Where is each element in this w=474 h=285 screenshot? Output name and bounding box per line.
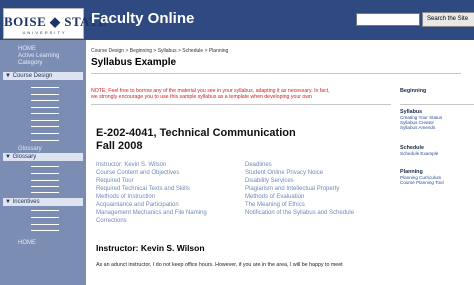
logo-text: BOISE ◆ STATE — [4, 14, 108, 29]
syllabus-links-right: Deadlines Student Online Privacy Noice D… — [245, 161, 354, 217]
syllabus-link[interactable]: Required Tour — [96, 177, 207, 185]
syllabus-links-left: Instructor: Kevin S. Wilson Course Conte… — [96, 161, 207, 225]
syllabus-link[interactable]: Disability Services — [245, 177, 354, 185]
sidebar-placeholder-line[interactable] — [31, 100, 59, 101]
sidebar-section-incentives[interactable]: ▼ Incentives — [3, 198, 83, 206]
syllabus-link[interactable]: Corrections — [96, 217, 207, 225]
instructor-text: As an adunct instructor, I do not keep o… — [96, 262, 343, 268]
syllabus-link[interactable]: Required Technical Texts and Skills — [96, 185, 207, 193]
syllabus-link[interactable]: Deadlines — [245, 161, 354, 169]
sidebar-link-home-bottom[interactable]: HOME — [18, 240, 36, 247]
sidebar-placeholder-line[interactable] — [31, 192, 59, 193]
divider — [91, 73, 461, 74]
sidebar-placeholder-line[interactable] — [31, 186, 59, 187]
sidebar-placeholder-line[interactable] — [31, 140, 59, 141]
syllabus-link[interactable]: Instructor: Kevin S. Wilson — [96, 161, 207, 169]
sidebar-link-category[interactable]: Category — [18, 60, 42, 67]
sidebar-placeholder-line[interactable] — [31, 173, 59, 174]
nav-link[interactable]: Syllabus Amends — [400, 125, 435, 131]
sidebar-placeholder-line[interactable] — [31, 113, 59, 114]
sidebar-placeholder-line[interactable] — [31, 180, 59, 181]
syllabus-link[interactable]: Acquaintance and Participation — [96, 201, 207, 209]
logo-subtext: UNIVERSITY — [22, 30, 67, 35]
sidebar-link-glossary[interactable]: Glossary — [18, 146, 42, 153]
breadcrumb[interactable]: Course Design > Beginning > Syllabus > S… — [91, 48, 228, 54]
sidebar-placeholder-line[interactable] — [31, 120, 59, 121]
nav-link[interactable]: Schedule Example — [400, 151, 438, 157]
note-text: NOTE: Feel free to borrow any of the mat… — [91, 88, 391, 101]
sidebar-placeholder-line[interactable] — [31, 126, 59, 127]
sidebar-placeholder-line[interactable] — [31, 107, 59, 108]
syllabus-link[interactable]: Student Online Privacy Noice — [245, 169, 354, 177]
note-line: we strongly encourage you to use this sa… — [91, 94, 312, 101]
sidebar-link-active-learning[interactable]: Active Learning — [18, 53, 59, 60]
sidebar-placeholder-line[interactable] — [31, 230, 59, 231]
course-term: Fall 2008 — [96, 140, 143, 152]
sidebar-placeholder-line[interactable] — [31, 210, 59, 211]
site-title[interactable]: Faculty Online — [91, 10, 194, 27]
course-title: E-202-4041, Technical Communication — [96, 127, 296, 139]
syllabus-link[interactable]: Methods of Instruction — [96, 193, 207, 201]
site-header: BOISE ◆ STATE UNIVERSITY Faculty Online … — [0, 0, 474, 40]
sidebar-section-course-design[interactable]: ▼ Course Design — [3, 72, 83, 80]
sidebar-placeholder-line[interactable] — [31, 166, 59, 167]
boise-state-logo[interactable]: BOISE ◆ STATE UNIVERSITY — [3, 8, 108, 39]
sidebar-placeholder-line[interactable] — [31, 87, 59, 88]
syllabus-link[interactable]: Course Content and Objectives — [96, 169, 207, 177]
search-button[interactable]: Search the Site — [422, 12, 474, 27]
syllabus-link[interactable]: The Meaning of Ethics — [245, 201, 354, 209]
divider — [91, 104, 391, 105]
sidebar-link-home[interactable]: HOME — [18, 46, 36, 53]
sidebar-section-glossary[interactable]: ▼ Glossary — [3, 153, 83, 161]
page-title: Syllabus Example — [91, 57, 177, 68]
divider — [400, 104, 474, 105]
syllabus-link[interactable]: Management Mechanics and File Naming — [96, 209, 207, 217]
instructor-heading: Instructor: Kevin S. Wilson — [96, 243, 205, 253]
sidebar-placeholder-line[interactable] — [31, 94, 59, 95]
syllabus-link[interactable]: Notification of the Syllabus and Schedul… — [245, 209, 354, 217]
syllabus-link[interactable]: Methods of Evaluation — [245, 193, 354, 201]
syllabus-link[interactable]: Plagiarism and Intellectual Property — [245, 185, 354, 193]
nav-beginning[interactable]: Beginning — [400, 88, 426, 94]
main-content: Course Design > Beginning > Syllabus > S… — [86, 40, 474, 285]
nav-link[interactable]: Course Planning Tool — [400, 180, 444, 186]
search-input[interactable] — [356, 13, 420, 26]
sidebar-placeholder-line[interactable] — [31, 217, 59, 218]
sidebar-placeholder-line[interactable] — [31, 224, 59, 225]
sidebar-placeholder-line[interactable] — [31, 133, 59, 134]
sidebar: HOME Active Learning Category ▼ Course D… — [0, 40, 86, 285]
